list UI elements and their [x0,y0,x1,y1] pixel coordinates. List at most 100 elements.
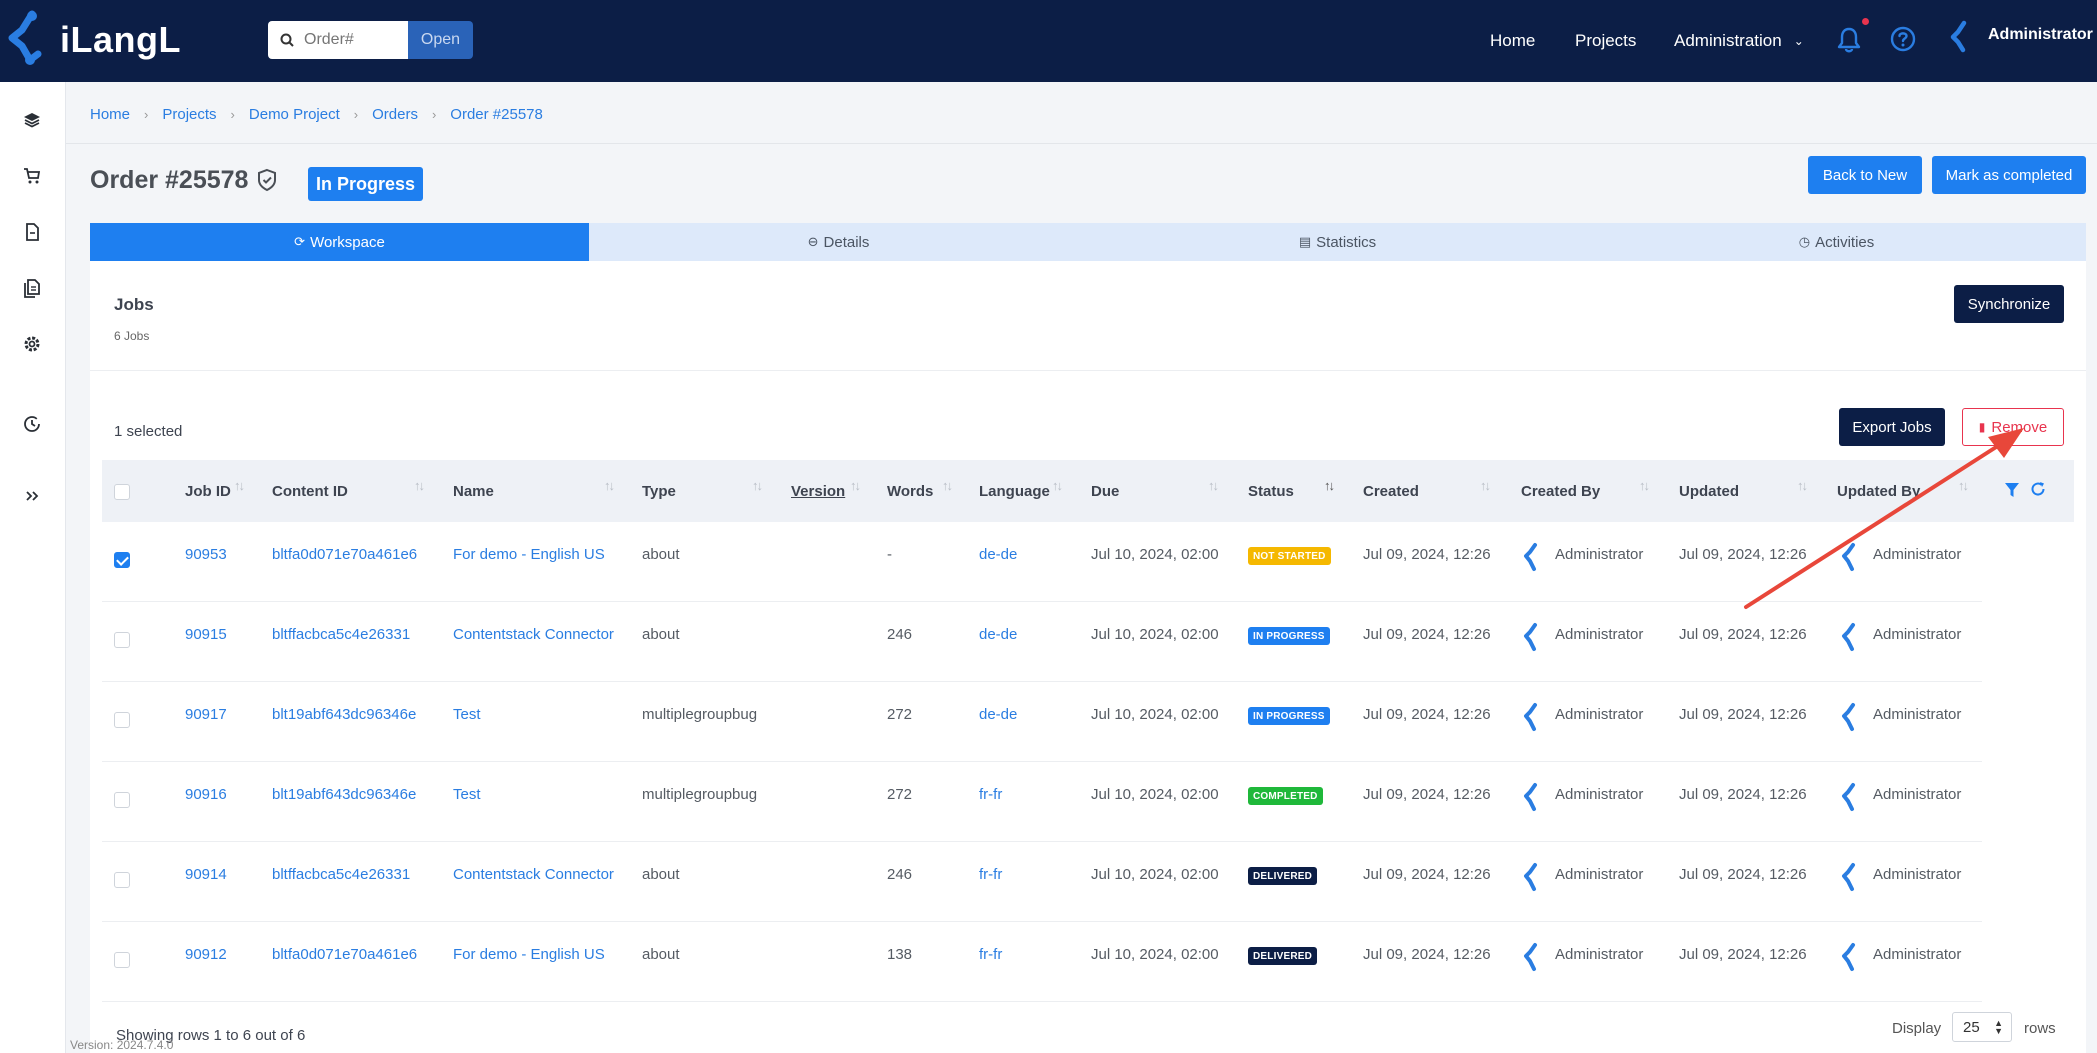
job-id-link[interactable]: 90916 [185,786,227,803]
content-id-link[interactable]: bltfa0d071e70a461e6 [272,546,417,563]
column-header-created-by[interactable]: Created By [1521,483,1600,500]
tab-activities[interactable]: ◷ Activities [1587,223,2086,261]
column-header-updated-by[interactable]: Updated By [1837,483,1920,500]
job-id-link[interactable]: 90914 [185,866,227,883]
sort-icon[interactable]: ↑↓ [414,478,425,493]
job-id-link[interactable]: 90917 [185,706,227,723]
content-id-link[interactable]: blt19abf643dc96346e [272,706,416,723]
type-value: about [642,946,680,963]
breadcrumb-projects[interactable]: Projects [162,106,216,123]
bell-icon[interactable] [1836,26,1862,54]
content-id-link[interactable]: bltffacbca5c4e26331 [272,866,410,883]
language-link[interactable]: de-de [979,546,1017,563]
language-link[interactable]: fr-fr [979,866,1002,883]
table-row[interactable]: 90953 bltfa0d071e70a461e6 For demo - Eng… [102,522,1982,602]
mark-as-completed-button[interactable]: Mark as completed [1932,156,2086,194]
name-link[interactable]: Test [453,706,481,723]
tab-details[interactable]: ⊖ Details [589,223,1088,261]
column-header-updated[interactable]: Updated [1679,483,1739,500]
export-jobs-button[interactable]: Export Jobs [1839,408,1945,446]
column-header-name[interactable]: Name [453,483,494,500]
breadcrumb-current-order[interactable]: Order #25578 [450,106,543,123]
name-link[interactable]: Contentstack Connector [453,866,614,883]
sort-icon[interactable]: ↑↓ [1480,478,1491,493]
column-header-created[interactable]: Created [1363,483,1419,500]
language-link[interactable]: fr-fr [979,946,1002,963]
row-checkbox[interactable] [114,712,130,728]
table-row[interactable]: 90915 bltffacbca5c4e26331 Contentstack C… [102,602,1982,682]
name-link[interactable]: Contentstack Connector [453,626,614,643]
remove-button[interactable]: ▮ Remove [1962,408,2064,446]
column-header-job-id[interactable]: Job ID [185,483,231,500]
order-search-input[interactable] [304,31,404,49]
sort-icon[interactable]: ↑↓ [234,478,245,493]
sort-icon[interactable]: ↑↓ [1797,478,1808,493]
gear-icon[interactable] [22,334,42,354]
sort-icon[interactable]: ↑↓ [1052,478,1063,493]
help-icon[interactable] [1890,26,1916,52]
back-to-new-button[interactable]: Back to New [1808,156,1922,194]
tab-statistics[interactable]: ▤ Statistics [1088,223,1587,261]
content-id-link[interactable]: blt19abf643dc96346e [272,786,416,803]
row-checkbox[interactable] [114,952,130,968]
table-row[interactable]: 90912 bltfa0d071e70a461e6 For demo - Eng… [102,922,1982,1002]
breadcrumb-orders[interactable]: Orders [372,106,418,123]
nav-administration[interactable]: Administration ⌄ [1674,0,1804,82]
sort-icon[interactable]: ↑↓ [604,478,615,493]
created-value: Jul 09, 2024, 12:26 [1363,946,1491,963]
sort-icon[interactable]: ↑↓ [1208,478,1219,493]
clock-icon[interactable] [22,414,42,434]
sort-icon[interactable]: ↑↓ [1639,478,1650,493]
name-link[interactable]: Test [453,786,481,803]
row-checkbox[interactable] [114,552,130,568]
sort-icon[interactable]: ↑↓ [942,478,953,493]
job-id-link[interactable]: 90915 [185,626,227,643]
page-size-select[interactable]: 25 ▲ ▼ [1952,1012,2012,1042]
sort-icon[interactable]: ↑↓ [850,478,861,493]
job-id-link[interactable]: 90953 [185,546,227,563]
select-all-checkbox[interactable] [114,484,130,500]
table-row[interactable]: 90917 blt19abf643dc96346e Test multipleg… [102,682,1982,762]
nav-home[interactable]: Home [1490,0,1535,82]
double-chevron-right-icon[interactable] [22,486,42,506]
row-checkbox[interactable] [114,872,130,888]
table-row[interactable]: 90914 bltffacbca5c4e26331 Contentstack C… [102,842,1982,922]
user-avatar-icon[interactable] [1950,20,1976,54]
layers-icon[interactable] [22,110,42,130]
row-checkbox[interactable] [114,632,130,648]
brand-logo[interactable]: iLangL [8,10,181,70]
column-header-words[interactable]: Words [887,483,933,500]
refresh-table-icon[interactable] [2030,481,2046,497]
column-header-status[interactable]: Status [1248,483,1294,500]
language-link[interactable]: de-de [979,706,1017,723]
language-link[interactable]: de-de [979,626,1017,643]
open-order-button[interactable]: Open [408,21,473,59]
column-header-due[interactable]: Due [1091,483,1119,500]
documents-icon[interactable] [22,278,42,298]
filter-icon[interactable] [2005,482,2019,498]
row-checkbox[interactable] [114,792,130,808]
file-icon[interactable] [22,222,42,242]
breadcrumb-demo-project[interactable]: Demo Project [249,106,340,123]
table-row[interactable]: 90916 blt19abf643dc96346e Test multipleg… [102,762,1982,842]
order-status-badge: In Progress [308,167,424,201]
language-link[interactable]: fr-fr [979,786,1002,803]
breadcrumb-home[interactable]: Home [90,106,130,123]
column-header-language[interactable]: Language [979,483,1050,500]
column-header-content-id[interactable]: Content ID [272,483,348,500]
sort-active-icon[interactable]: ↑↓ [1324,478,1335,493]
job-id-link[interactable]: 90912 [185,946,227,963]
user-name[interactable]: Administrator [1988,26,2093,44]
sort-icon[interactable]: ↑↓ [1958,478,1969,493]
content-id-link[interactable]: bltffacbca5c4e26331 [272,626,410,643]
synchronize-button[interactable]: Synchronize [1954,285,2064,323]
content-id-link[interactable]: bltfa0d071e70a461e6 [272,946,417,963]
column-header-version[interactable]: Version [791,483,845,500]
name-link[interactable]: For demo - English US [453,946,605,963]
name-link[interactable]: For demo - English US [453,546,605,563]
tab-workspace[interactable]: ⟳ Workspace [90,223,589,261]
column-header-type[interactable]: Type [642,483,676,500]
sort-icon[interactable]: ↑↓ [752,478,763,493]
cart-icon[interactable] [22,166,42,186]
nav-projects[interactable]: Projects [1575,0,1636,82]
